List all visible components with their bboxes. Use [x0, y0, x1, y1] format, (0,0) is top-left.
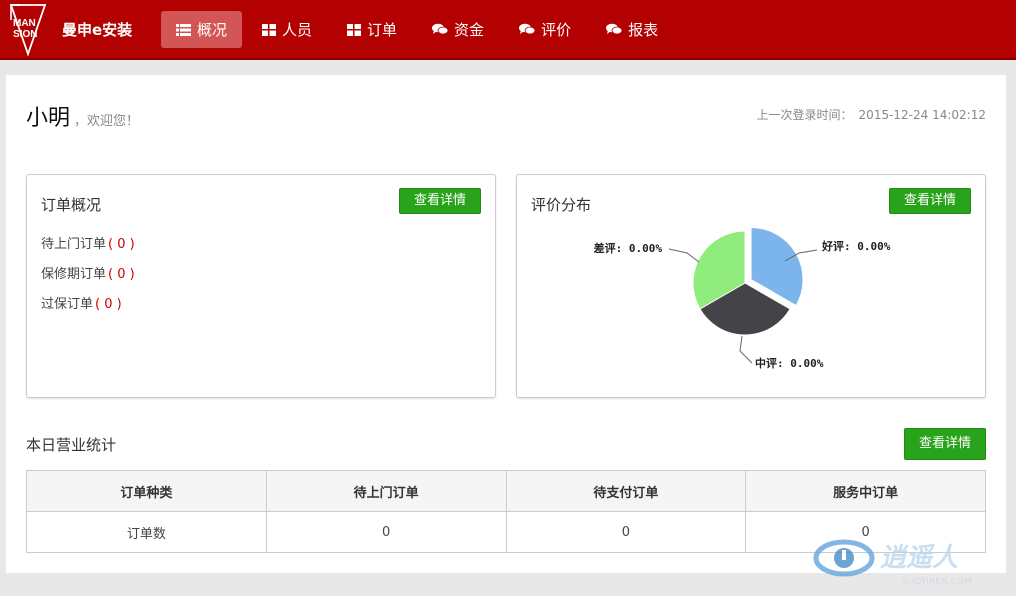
nav-label: 概况: [197, 21, 228, 39]
order-list: 待上门订单( 0 ) 保修期订单( 0 ) 过保订单( 0 ): [41, 237, 135, 327]
order-row-warranty[interactable]: 保修期订单( 0 ): [41, 267, 135, 297]
card-title: 订单概况: [41, 196, 102, 214]
user-name: 小明: [26, 106, 71, 131]
pie-connector-line: [668, 248, 700, 263]
nav-label: 人员: [282, 21, 313, 39]
column-header: 待支付订单: [505, 470, 747, 512]
section-title: 本日营业统计: [26, 436, 117, 454]
main-nav: 概况 人员 订单 资金 评价 报表: [161, 11, 678, 48]
last-login-label: 上一次登录时间：: [756, 108, 853, 122]
nav-label: 订单: [367, 21, 398, 39]
pie-data-label: 中评: 0.00%: [755, 356, 824, 370]
nav-label: 报表: [628, 21, 659, 39]
rating-pie-chart: 好评: 0.00% 中评: 0.00% 差评: 0.00%: [594, 226, 891, 370]
order-row-expired[interactable]: 过保订单( 0 ): [41, 297, 135, 327]
chat-icon: [432, 23, 449, 36]
svg-text:SION: SION: [13, 29, 37, 40]
view-details-button[interactable]: 查看详情: [904, 428, 986, 460]
order-row-count: ( 0 ): [108, 267, 135, 282]
order-row-count: ( 0 ): [108, 237, 135, 252]
order-row-pending-visit[interactable]: 待上门订单( 0 ): [41, 237, 135, 267]
order-overview-card: 订单概况 查看详情 待上门订单( 0 ) 保修期订单( 0 ) 过保订单( 0 …: [26, 174, 496, 398]
pie-data-label: 好评: 0.00%: [821, 239, 891, 253]
nav-item-overview[interactable]: 概况: [161, 11, 243, 48]
column-header: 待上门订单: [265, 470, 507, 512]
column-header: 订单种类: [26, 470, 267, 512]
last-login: 上一次登录时间： 2015-12-24 14:02:12: [757, 106, 986, 123]
nav-item-reviews[interactable]: 评价: [504, 11, 586, 48]
table-cell: 订单数: [26, 511, 267, 553]
nav-item-staff[interactable]: 人员: [247, 11, 327, 48]
pie-connector-line: [739, 335, 753, 364]
table-cell: 0: [265, 511, 507, 553]
greeting: 小明 ，欢迎您！: [26, 100, 139, 132]
column-header: 服务中订单: [745, 470, 986, 512]
nav-item-funds[interactable]: 资金: [417, 11, 499, 48]
order-row-label: 保修期订单: [41, 267, 107, 282]
pie-data-label: 差评: 0.00%: [594, 241, 663, 255]
nav-item-reports[interactable]: 报表: [591, 11, 673, 48]
order-row-count: ( 0 ): [95, 297, 122, 312]
last-login-time: 2015-12-24 14:02:12: [858, 108, 986, 122]
rating-distribution-card: 评价分布 查看详情 好评: 0.00% 中评: 0.00% 差评: 0.00%: [516, 174, 986, 398]
chat-icon: [519, 23, 536, 36]
order-row-label: 待上门订单: [41, 237, 107, 252]
watermark-subtext: SUOYIREN.COM: [902, 577, 972, 587]
mansion-logo[interactable]: MAN SION: [8, 2, 48, 56]
brand-name[interactable]: 曼申e安装: [62, 19, 132, 40]
nav-item-orders[interactable]: 订单: [332, 11, 412, 48]
main-panel: 小明 ，欢迎您！ 上一次登录时间： 2015-12-24 14:02:12 订单概…: [6, 75, 1006, 573]
top-navbar: MAN SION 曼申e安装 概况 人员 订单 资金 评价 报表: [0, 0, 1016, 60]
order-row-label: 过保订单: [41, 297, 94, 312]
view-details-button[interactable]: 查看详情: [399, 188, 481, 214]
nav-label: 评价: [541, 21, 572, 39]
table-header-row: 订单种类 待上门订单 待支付订单 服务中订单: [26, 470, 986, 512]
watermark-logo: 逍遥人 SUOYIREN.COM: [813, 539, 972, 587]
list-icon: [176, 23, 191, 36]
welcome-text: ，欢迎您！: [74, 114, 140, 129]
grid-icon: [347, 23, 362, 36]
nav-label: 资金: [454, 21, 485, 39]
grid-icon: [262, 23, 277, 36]
watermark-text: 逍遥人: [880, 543, 958, 573]
chat-icon: [606, 23, 623, 36]
table-cell: 0: [505, 511, 747, 553]
svg-text:MAN: MAN: [13, 18, 36, 29]
